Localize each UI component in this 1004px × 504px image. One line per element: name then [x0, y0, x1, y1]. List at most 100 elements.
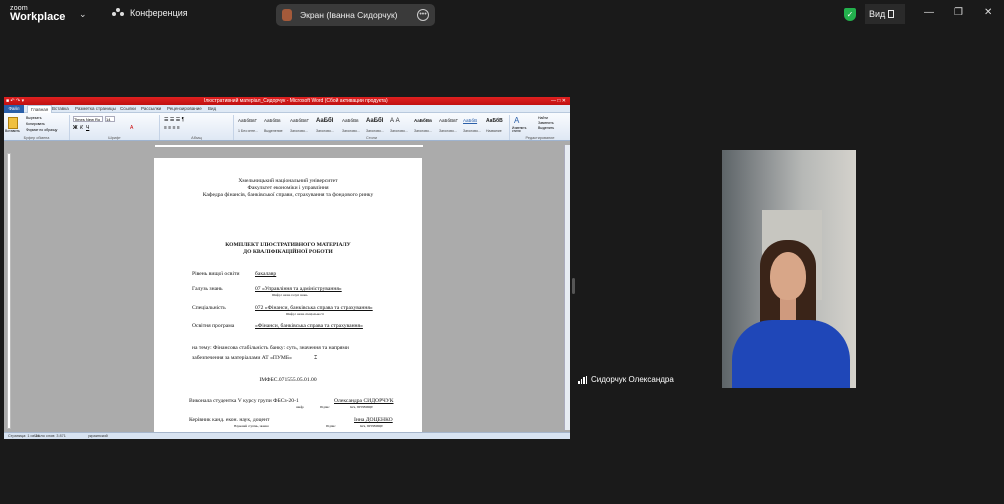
meeting-label: Конференция	[130, 8, 188, 18]
style-label: 1 Без инте...	[238, 129, 258, 133]
document-page[interactable]: Хмельницький національний університет Фа…	[154, 158, 422, 432]
close-button[interactable]: ✕	[984, 7, 992, 18]
cut-button[interactable]: Вырезать	[26, 116, 42, 120]
shared-screen: ■ ↶ ↷ ▾ Ілюстративний матеріал_Сидорчук …	[4, 97, 570, 439]
doc-field-value: 07 «Управління та адміністрування»	[255, 286, 342, 292]
tab-layout[interactable]: Разметка страницы	[75, 106, 116, 111]
group-font: Times New Ro 14 Ж К Ч A Шрифт	[70, 115, 160, 140]
presenter-avatar	[282, 9, 292, 21]
group-clipboard: Вставить Вырезать Копировать Формат по о…	[4, 115, 70, 140]
doc-spec-hint: Шифр і назва спеціальності	[286, 312, 324, 316]
doc-supervisor: Керівник канд. екон. наук, доцент	[189, 417, 270, 423]
list-icons[interactable]: ☰ ☰ ☰ ¶	[164, 117, 184, 123]
split-handle[interactable]	[572, 278, 575, 294]
tab-file[interactable]: Файл	[4, 105, 24, 113]
group-label: Абзац	[191, 136, 202, 140]
tab-home[interactable]: Главная	[27, 105, 53, 113]
signal-icon	[578, 375, 587, 384]
horizontal-ruler[interactable]	[154, 144, 424, 148]
doc-supervisor-name: Інна ДОЦЕНКО	[354, 417, 393, 423]
style-label: Выделение	[264, 129, 283, 133]
doc-level-value: бакалавр	[255, 271, 277, 277]
view-button[interactable]: Вид	[865, 4, 905, 24]
select-button[interactable]: Выделить	[538, 126, 554, 130]
replace-button[interactable]: Заменить	[538, 121, 554, 125]
chevron-down-icon[interactable]: ⌄	[79, 9, 87, 20]
participant-name-tag: Сидорчук Олександра	[578, 375, 674, 384]
font-name-select[interactable]: Times New Ro	[73, 116, 103, 122]
copy-button[interactable]: Копировать	[26, 122, 45, 126]
doc-program-label: Освітня програма	[192, 323, 235, 329]
style-label: Заголово...	[316, 129, 334, 133]
participant-video[interactable]	[722, 150, 856, 388]
group-label: Редактирование	[525, 136, 555, 140]
group-editing: A Изменить стили Найти Заменить Выделить…	[510, 115, 570, 140]
doc-level-label: Рівень вищої освіти	[192, 271, 240, 277]
tab-references[interactable]: Ссылки	[120, 106, 136, 111]
word-window-controls[interactable]: — □ ✕	[551, 98, 566, 104]
style-label: Заголово...	[390, 129, 408, 133]
people-icon	[112, 8, 124, 18]
style-label: Заголово...	[342, 129, 360, 133]
group-label: Буфер обмена	[23, 136, 50, 140]
font-color-button[interactable]: A	[130, 125, 133, 131]
video-person-face	[770, 252, 806, 300]
doc-faculty: Факультет економіки і управління	[247, 185, 329, 191]
ribbon: Вставить Вырезать Копировать Формат по о…	[4, 113, 570, 141]
minimize-button[interactable]: —	[924, 7, 934, 18]
doc-topic-line-2: забезпечення за матеріалами АТ «ПУМБ»	[192, 355, 292, 361]
vertical-ruler	[7, 153, 11, 429]
font-size-select[interactable]: 14	[105, 116, 115, 122]
more-icon[interactable]: •••	[417, 9, 429, 21]
text-cursor-icon: ⌶	[314, 355, 318, 361]
doc-title-1: КОМПЛЕКТ ІЛЮСТРАТИВНОГО МАТЕРІАЛУ	[225, 242, 351, 248]
doc-spec-label: Спеціальність	[192, 305, 226, 311]
logo-line-2: Workplace	[10, 11, 66, 23]
style-label: Название	[486, 129, 502, 133]
style-label: Заголово...	[463, 129, 481, 133]
doc-topic-line-1: на тему: Фінансова стабільність банку: с…	[192, 345, 349, 351]
tab-review[interactable]: Рецензирование	[167, 106, 202, 111]
status-words[interactable]: Число слов: 3 871	[34, 434, 66, 438]
underline-button[interactable]: Ч	[86, 125, 89, 131]
format-painter-button[interactable]: Формат по образцу	[26, 128, 57, 132]
status-language[interactable]: украинский	[88, 434, 108, 438]
shield-icon[interactable]: ✓	[844, 8, 856, 21]
change-styles-button[interactable]: Изменить стили	[512, 126, 526, 133]
doc-university: Хмельницький національний університет	[238, 178, 338, 184]
doc-hint: шифр	[296, 405, 304, 409]
doc-title-2: ДО КВАЛІФІКАЦІЙНОЇ РОБОТИ	[243, 249, 333, 255]
find-button[interactable]: Найти	[538, 116, 548, 120]
restore-button[interactable]: ❐	[954, 7, 963, 18]
paste-label[interactable]: Вставить	[5, 129, 20, 133]
align-icons[interactable]: ≡ ≡ ≡ ≡	[164, 125, 180, 131]
style-label: Заголово...	[414, 129, 432, 133]
group-styles: АаБбВвГ 1 Без инте... АаБбВв Выделение А…	[234, 115, 510, 140]
meeting-button[interactable]: Конференция	[112, 8, 188, 18]
doc-hint: Ім'я, ПРІЗВИЩЕ	[350, 405, 374, 409]
doc-hint: Ім'я, ПРІЗВИЩЕ	[360, 424, 384, 428]
tab-view[interactable]: Вид	[208, 106, 216, 111]
style-label: Заголово...	[366, 129, 384, 133]
quick-access-icons[interactable]: ■ ↶ ↷ ▾	[6, 98, 24, 104]
tab-mailings[interactable]: Рассылки	[141, 106, 161, 111]
word-title: Ілюстративний матеріал_Сидорчук - Micros…	[204, 98, 388, 104]
change-styles-icon[interactable]: A	[514, 116, 519, 125]
bold-button[interactable]: Ж	[73, 125, 78, 131]
group-paragraph: ☰ ☰ ☰ ¶ ≡ ≡ ≡ ≡ Абзац	[160, 115, 234, 140]
vertical-scrollbar[interactable]	[564, 145, 570, 430]
doc-program-value: «Фінанси, банківська справа та страхуван…	[255, 323, 363, 329]
doc-code: ІМФБС.071555.05.01.00	[259, 377, 317, 383]
group-label: Шрифт	[108, 136, 121, 140]
italic-button[interactable]: К	[80, 125, 83, 131]
doc-field-hint: Шифр і назва галузі знань	[272, 293, 308, 297]
style-label: Заголово...	[290, 129, 308, 133]
share-tab-label: Экран (Іванна Сидорчук)	[300, 10, 398, 20]
tab-insert[interactable]: Вставка	[52, 106, 69, 111]
paste-icon[interactable]	[8, 117, 18, 129]
ribbon-tabs: Файл Главная Вставка Разметка страницы С…	[4, 105, 570, 113]
top-bar: zoom Workplace ⌄ Конференция Экран (Іван…	[0, 0, 1004, 30]
share-screen-tab[interactable]: Экран (Іванна Сидорчук) •••	[276, 4, 435, 26]
view-icon	[888, 10, 894, 18]
style-label: Заголово...	[439, 129, 457, 133]
